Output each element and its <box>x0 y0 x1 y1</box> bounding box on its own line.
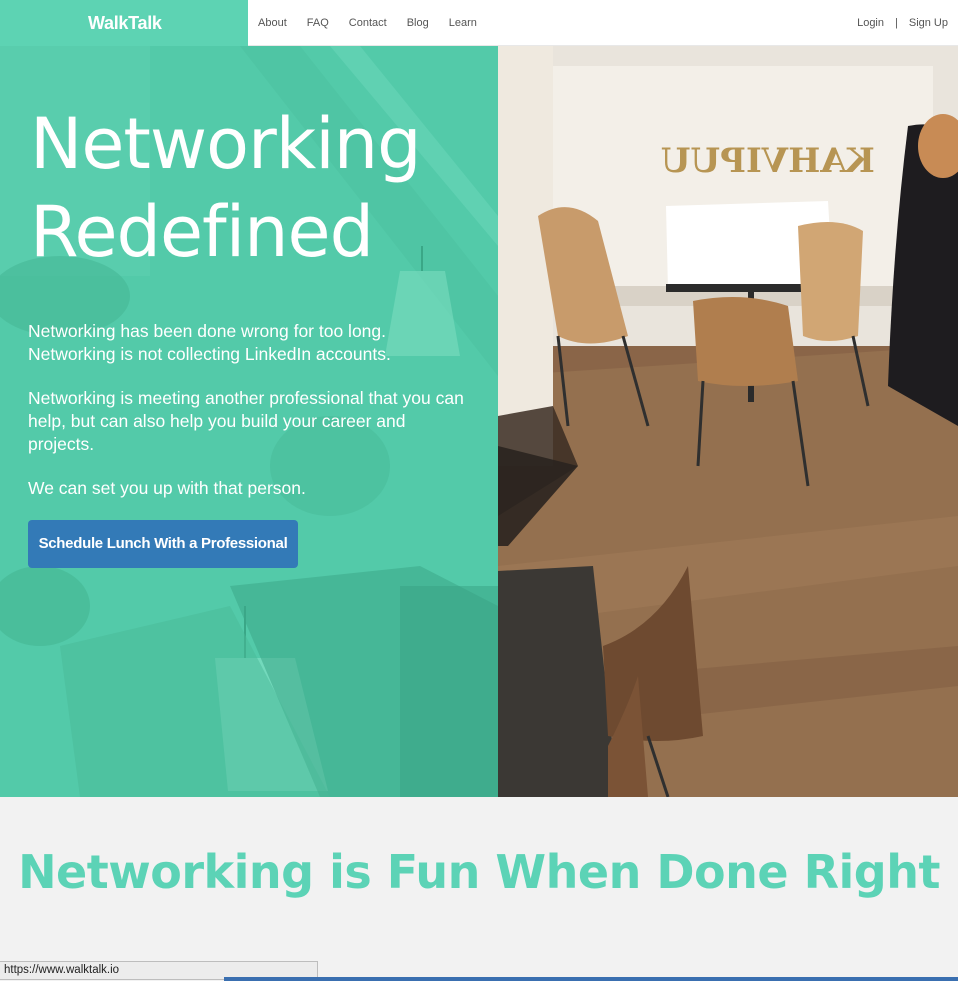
top-navbar: WalkTalk About FAQ Contact Blog Learn Lo… <box>0 0 958 46</box>
hero-section: Networking Redefined Networking has been… <box>0 46 958 797</box>
brand-logo[interactable]: WalkTalk <box>0 0 248 46</box>
nav-link-about[interactable]: About <box>258 0 287 46</box>
hero-content: Networking Redefined Networking has been… <box>28 100 468 568</box>
signup-link[interactable]: Sign Up <box>909 17 948 29</box>
hero-paragraph-1: Networking has been done wrong for too l… <box>28 321 391 364</box>
hero-title-line1: Networking <box>30 103 422 185</box>
hero-paragraph-2: Networking is meeting another profession… <box>28 388 464 454</box>
nav-link-faq[interactable]: FAQ <box>307 0 329 46</box>
hero-title-line2: Redefined <box>30 191 374 273</box>
cafe-sign-text: KAHVIPUU <box>661 141 875 181</box>
auth-separator: | <box>895 17 898 29</box>
nav-link-blog[interactable]: Blog <box>407 0 429 46</box>
hero-title: Networking Redefined <box>30 100 468 276</box>
schedule-lunch-button[interactable]: Schedule Lunch With a Professional <box>28 520 298 568</box>
fun-section: Networking is Fun When Done Right <box>0 797 958 981</box>
nav-link-learn[interactable]: Learn <box>449 0 477 46</box>
window-bottom-edge <box>224 977 958 981</box>
page: WalkTalk About FAQ Contact Blog Learn Lo… <box>0 0 958 981</box>
nav-link-contact[interactable]: Contact <box>349 0 387 46</box>
hero-left-panel: Networking Redefined Networking has been… <box>0 46 498 797</box>
cafe-photo-image: KAHVIPUU <box>498 46 958 797</box>
auth-links: Login | Sign Up <box>857 0 948 46</box>
hero-photo: KAHVIPUU <box>498 46 958 797</box>
nav-links: About FAQ Contact Blog Learn <box>258 0 497 46</box>
login-link[interactable]: Login <box>857 17 884 29</box>
hero-paragraph-3: We can set you up with that person. <box>28 478 306 498</box>
section-title: Networking is Fun When Done Right <box>18 845 940 899</box>
